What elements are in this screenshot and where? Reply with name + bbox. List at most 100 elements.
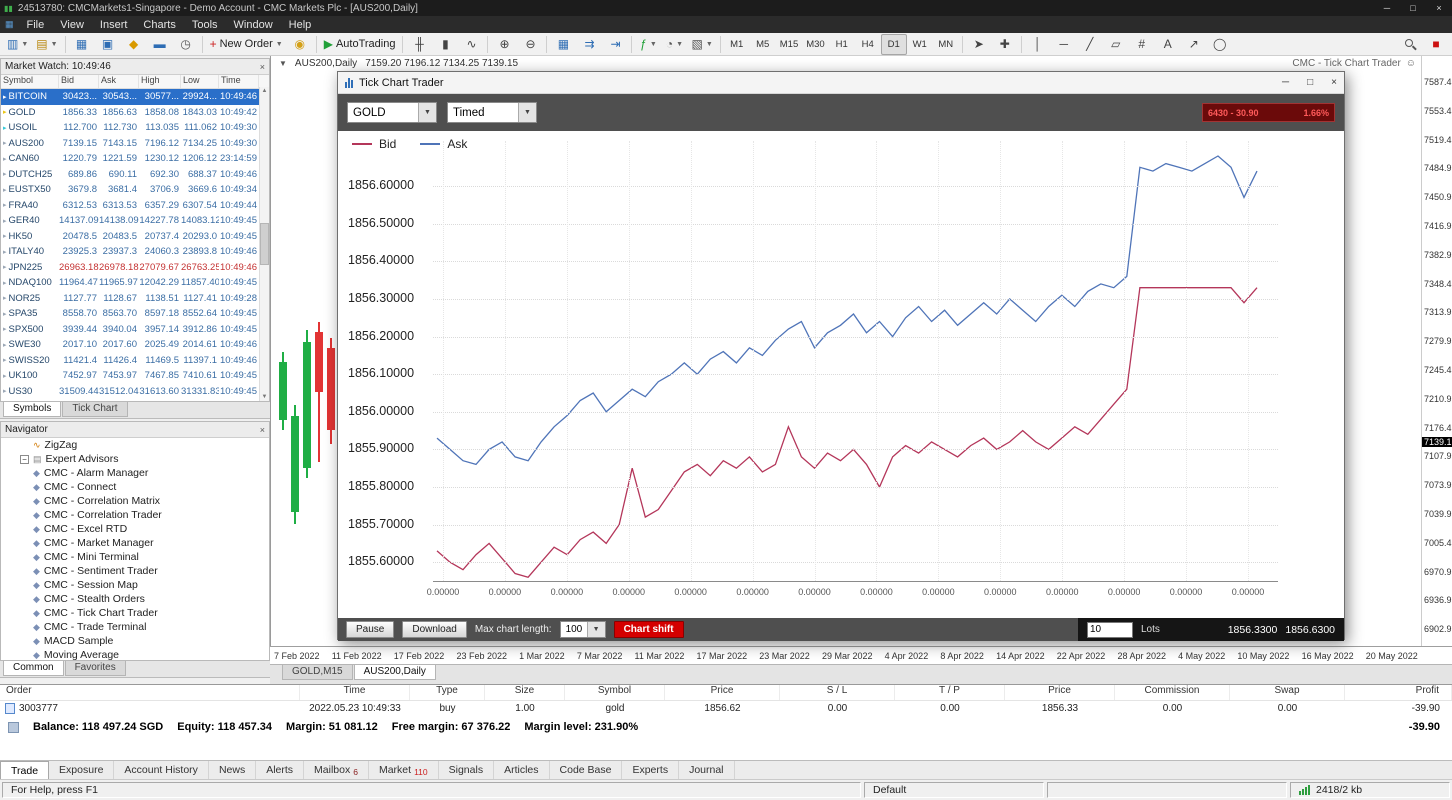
indicators-list-icon[interactable]: ƒ▼ [635,34,661,55]
terminal-tab-news[interactable]: News [209,761,256,779]
template-list-icon[interactable]: ▧▼ [687,34,716,55]
market-watch-row[interactable]: ▸BITCOIN30423...30543...30577...29924...… [1,89,269,105]
terminal-column-order[interactable]: Order [0,685,300,700]
terminal-column-symbol[interactable]: Symbol [565,685,665,700]
navigator-item[interactable]: ◆CMC - Session Map [1,578,269,592]
timeframe-m1-button[interactable]: M1 [724,34,750,55]
navigator-item[interactable]: ◆MACD Sample [1,634,269,648]
close-button[interactable]: × [1426,3,1452,13]
cursor-tool-icon[interactable]: ➤ [966,34,992,55]
strategy-tester-toggle-icon[interactable]: ◷ [173,34,199,55]
order-row[interactable]: 30037772022.05.23 10:49:33buy1.00gold185… [0,701,1452,716]
terminal-column-sl[interactable]: S / L [780,685,895,700]
tab-favorites[interactable]: Favorites [65,661,126,676]
scroll-up-icon[interactable]: ▲ [262,88,268,94]
menu-view[interactable]: View [52,18,92,32]
chart-shift-toggle-icon[interactable]: ⇥ [602,34,628,55]
pause-button[interactable]: Pause [346,621,394,638]
market-watch-row[interactable]: ▸UK1007452.977453.977467.857410.6110:49:… [1,368,269,384]
chevron-down-icon[interactable]: ▼ [518,103,536,122]
chevron-down-icon[interactable]: ▼ [418,103,436,122]
one-click-trading-icon[interactable]: ▼ [279,59,287,68]
terminal-tab-code-base[interactable]: Code Base [550,761,623,779]
minimize-button[interactable]: ─ [1374,3,1400,13]
navigator-item[interactable]: ◆CMC - Sentiment Trader [1,564,269,578]
sound-alert-icon[interactable]: ◉ [287,34,313,55]
close-icon[interactable]: × [260,62,265,72]
auto-scroll-icon[interactable]: ⇉ [576,34,602,55]
mw-col-high[interactable]: High [139,75,181,88]
market-watch-row[interactable]: ▸US3031509.4431512.0431613.6031331.8310:… [1,384,269,400]
timeframe-mn-button[interactable]: MN [933,34,959,55]
menu-window[interactable]: Window [226,18,281,32]
zoom-in-icon[interactable]: ⊕ [491,34,517,55]
timeframe-h4-button[interactable]: H4 [855,34,881,55]
terminal-tab-account-history[interactable]: Account History [114,761,209,779]
terminal-column-size[interactable]: Size [485,685,565,700]
timeframe-d1-button[interactable]: D1 [881,34,907,55]
maximize-button[interactable]: □ [1400,3,1426,13]
timeframe-m30-button[interactable]: M30 [802,34,828,55]
close-button[interactable]: × [1331,77,1337,88]
navigator-item[interactable]: ◆CMC - Correlation Trader [1,508,269,522]
terminal-tab-experts[interactable]: Experts [622,761,679,779]
timeframe-m15-button[interactable]: M15 [776,34,802,55]
navigator-item[interactable]: ◆Moving Average [1,648,269,661]
scrollbar[interactable]: ▲▼ [259,87,269,401]
new-chart-icon[interactable]: ▥▼ [3,34,32,55]
chart-tab-aus200-daily[interactable]: AUS200,Daily [354,665,436,680]
market-watch-row[interactable]: ▸SPA358558.708563.708597.188552.6410:49:… [1,306,269,322]
market-watch-row[interactable]: ▸AUS2007139.157143.157196.127134.2510:49… [1,136,269,152]
vline-tool-icon[interactable]: │ [1025,34,1051,55]
tab-symbols[interactable]: Symbols [3,402,61,417]
navigator-item[interactable]: ∿ZigZag [1,438,269,452]
market-watch-row[interactable]: ▸NOR251127.771128.671138.511127.4110:49:… [1,291,269,307]
market-watch-row[interactable]: ▸SWE302017.102017.602025.492014.6110:49:… [1,337,269,353]
timeframe-m5-button[interactable]: M5 [750,34,776,55]
hline-tool-icon[interactable]: ─ [1051,34,1077,55]
chart-tab-gold-m15[interactable]: GOLD,M15 [282,665,353,680]
navigator-item[interactable]: ◆CMC - Excel RTD [1,522,269,536]
terminal-tab-articles[interactable]: Articles [494,761,549,779]
navigator-item[interactable]: −▤Expert Advisors [1,452,269,466]
mw-col-low[interactable]: Low [181,75,219,88]
chart-shift-button[interactable]: Chart shift [614,621,684,638]
shapes-tool-icon[interactable]: ◯ [1207,34,1233,55]
navigator-item[interactable]: ◆CMC - Stealth Orders [1,592,269,606]
market-watch-row[interactable]: ▸ITALY4023925.323937.324060.323893.810:4… [1,244,269,260]
terminal-tab-signals[interactable]: Signals [439,761,494,779]
terminal-column-profit[interactable]: Profit [1345,685,1452,700]
mode-select[interactable]: Timed ▼ [447,102,537,123]
terminal-tab-exposure[interactable]: Exposure [49,761,114,779]
mw-col-bid[interactable]: Bid [59,75,99,88]
data-window-toggle-icon[interactable]: ▣ [95,34,121,55]
terminal-tab-mailbox[interactable]: Mailbox6 [304,761,369,779]
terminal-tab-alerts[interactable]: Alerts [256,761,304,779]
market-watch-row[interactable]: ▸GER4014137.0914138.0914227.7814083.1210… [1,213,269,229]
market-watch-row[interactable]: ▸SPX5003939.443940.043957.143912.8610:49… [1,322,269,338]
navigator-item[interactable]: ◆CMC - Correlation Matrix [1,494,269,508]
menu-charts[interactable]: Charts [135,18,183,32]
terminal-tab-journal[interactable]: Journal [679,761,734,779]
terminal-column-tp[interactable]: T / P [895,685,1005,700]
terminal-toggle-icon[interactable]: ▬ [147,34,173,55]
menu-file[interactable]: File [19,18,53,32]
autotrading-button[interactable]: ▶AutoTrading [320,34,400,55]
minimize-button[interactable]: ─ [1282,77,1289,88]
tab-common[interactable]: Common [3,661,64,676]
zoom-out-icon[interactable]: ⊖ [517,34,543,55]
market-watch-row[interactable]: ▸JPN22526963.1826978.1827079.6726763.251… [1,260,269,276]
market-watch-row[interactable]: ▸HK5020478.520483.520737.420293.010:49:4… [1,229,269,245]
channel-tool-icon[interactable]: ▱ [1103,34,1129,55]
text-tool-icon[interactable]: A [1155,34,1181,55]
market-watch-row[interactable]: ▸SWISS2011421.411426.411469.511397.110:4… [1,353,269,369]
maximize-button[interactable]: □ [1307,77,1313,88]
tick-chart-trader-window[interactable]: Tick Chart Trader ─ □ × GOLD ▼ Timed ▼ 6… [337,71,1345,640]
download-button[interactable]: Download [402,621,466,638]
crosshair-tool-icon[interactable]: ✚ [992,34,1018,55]
terminal-column-price[interactable]: Price [1005,685,1115,700]
chevron-down-icon[interactable]: ▼ [587,622,605,637]
navigator-item[interactable]: ◆CMC - Tick Chart Trader [1,606,269,620]
terminal-column-type[interactable]: Type [410,685,485,700]
collapse-icon[interactable]: − [20,455,29,464]
